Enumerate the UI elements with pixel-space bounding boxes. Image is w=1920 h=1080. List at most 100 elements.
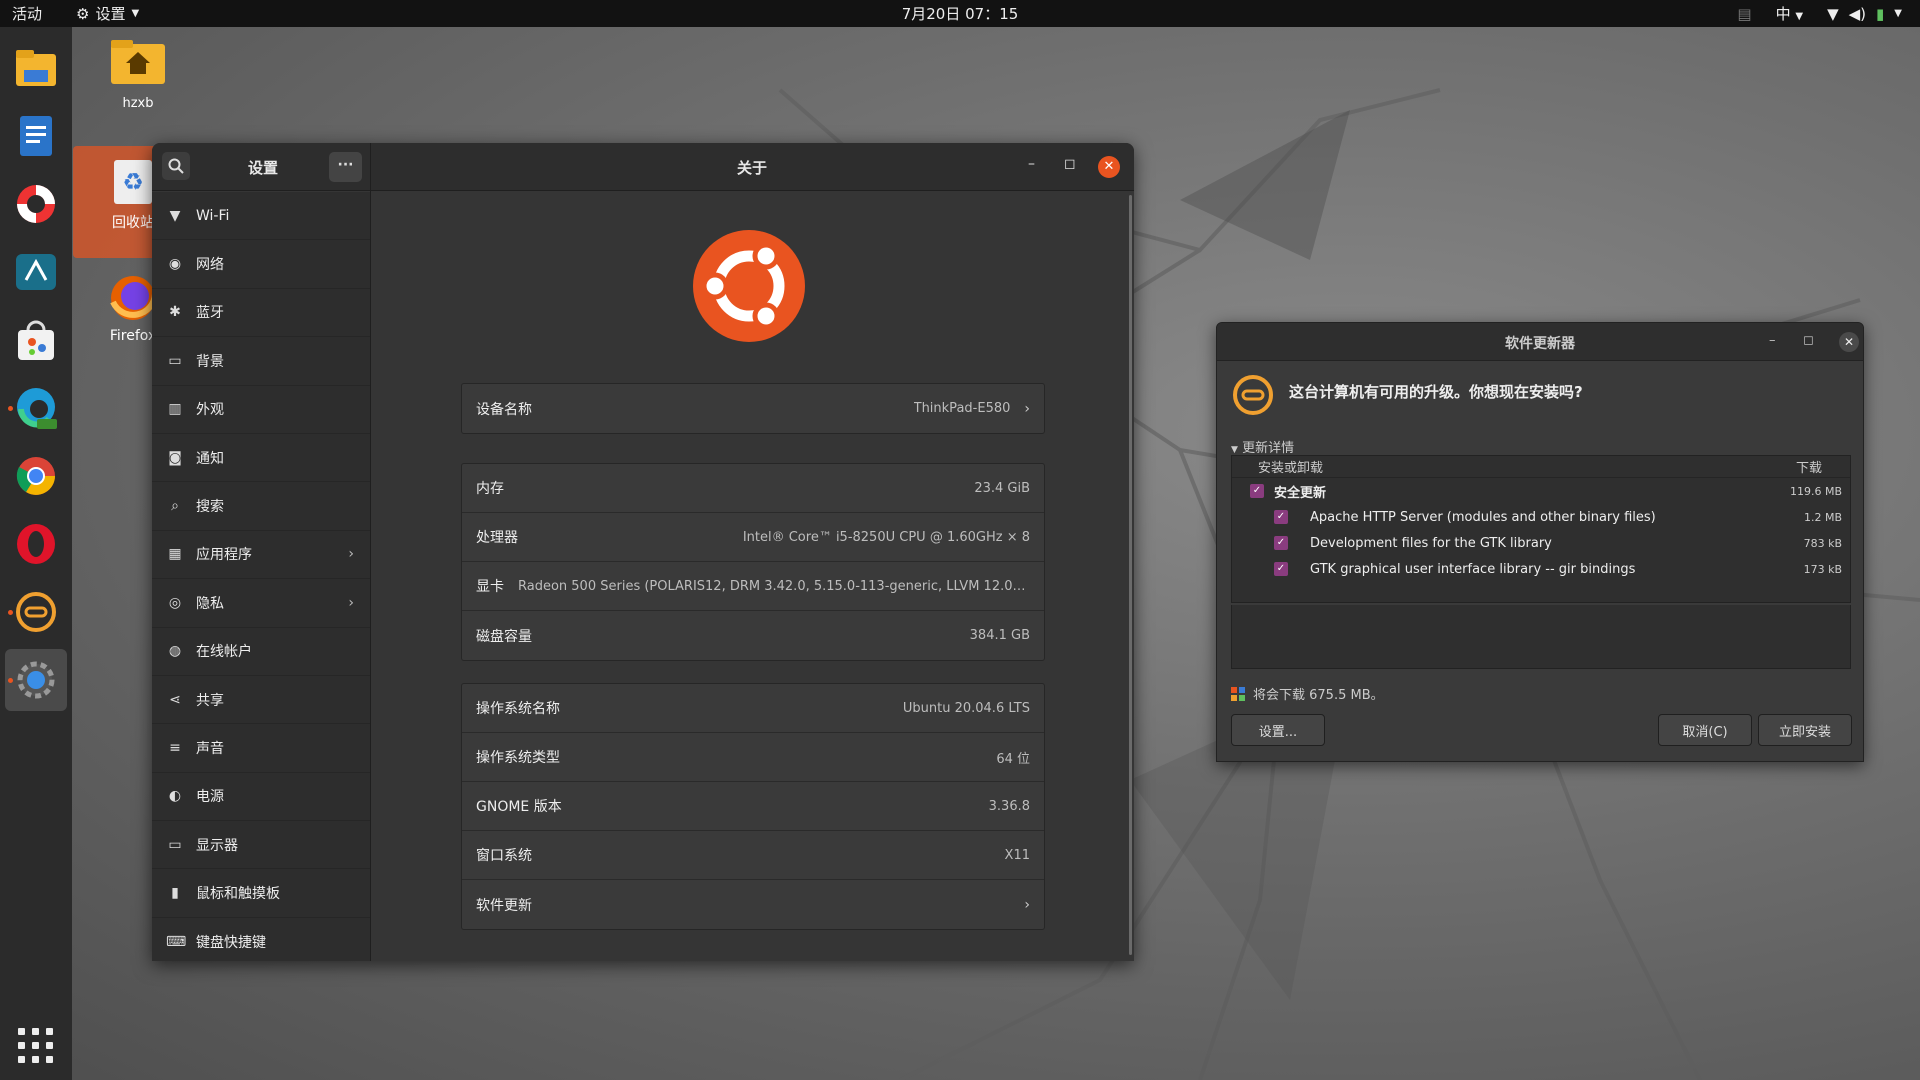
system-tray: ▤ 中 ▼ ▼ ◀) ▮ ▼ [1737,3,1902,24]
update-item-row[interactable]: ✓ Development files for the GTK library … [1232,530,1850,556]
sidebar-item[interactable]: ⌨ 键盘快捷键 [152,918,370,961]
notification-icon: ◙ [168,449,182,466]
item-size: 783 kB [1803,536,1842,550]
software-updates-row[interactable]: 软件更新 › [462,880,1044,929]
chrome-icon[interactable] [5,445,67,507]
remote-icon[interactable] [5,241,67,303]
update-group-row[interactable]: ✓ 安全更新 119.6 MB [1232,478,1850,504]
sidebar-item[interactable]: ▼ Wi-Fi [152,192,370,241]
system-menu[interactable]: ▼ ◀) ▮ ▼ [1827,5,1902,23]
row-value: X11 [1004,847,1030,863]
panel-title: 关于 [736,159,768,177]
scrollbar[interactable] [1129,195,1132,955]
os-group: 操作系统名称 Ubuntu 20.04.6 LTS 操作系统类型 64 位 GN… [461,683,1045,930]
update-item-row[interactable]: ✓ Apache HTTP Server (modules and other … [1232,504,1850,530]
settings-icon[interactable] [5,649,67,711]
minimize-icon[interactable]: – [1028,156,1035,172]
volume-icon: ◀) [1848,4,1867,23]
running-indicator [8,406,13,411]
updater-icon [1233,375,1273,415]
sidebar-item[interactable]: ◎ 隐私 › [152,579,370,628]
sidebar-item[interactable]: ▦ 应用程序 › [152,531,370,580]
update-item-row[interactable]: ✓ GTK graphical user interface library -… [1232,556,1850,582]
search-button[interactable] [162,152,190,180]
sidebar-item[interactable]: ✱ 蓝牙 [152,289,370,338]
gear-icon: ⚙ [76,4,90,23]
close-button[interactable]: ✕ [1839,332,1859,352]
maximize-icon[interactable]: ◻ [1803,333,1814,348]
column-install[interactable]: 安装或卸载 [1258,457,1323,476]
display-icon: ▭ [168,836,182,853]
sidebar-item[interactable]: ▥ 外观 [152,386,370,434]
update-question: 这台计算机有可用的升级。你想现在安装吗? [1289,383,1583,401]
svg-text:♻: ♻ [122,168,144,196]
sidebar-item[interactable]: ⋖ 共享 [152,676,370,725]
writer-icon[interactable] [5,105,67,167]
close-button[interactable]: ✕ [1098,156,1120,178]
primary-menu-button[interactable]: ··· [329,152,362,182]
updater-icon[interactable] [5,581,67,643]
install-now-button[interactable]: 立即安装 [1758,714,1852,746]
sidebar-item-label: 背景 [196,353,224,370]
files-icon[interactable] [5,37,67,99]
row-label: 磁盘容量 [476,628,532,645]
search-icon: ⌕ [171,498,179,515]
row-label: 设备名称 [476,401,532,418]
item-size: 1.2 MB [1803,510,1842,524]
software-icon[interactable] [5,309,67,371]
update-list-header: 安装或卸载 下载 [1232,456,1850,478]
help-icon[interactable] [5,173,67,235]
sidebar-item[interactable]: ≡ 声音 [152,724,370,773]
device-name-row[interactable]: 设备名称 ThinkPad-E580 › [462,384,1044,433]
settings-button[interactable]: 设置... [1231,714,1325,746]
input-method[interactable]: 中 ▼ [1776,3,1804,24]
cancel-button[interactable]: 取消(C) [1658,714,1752,746]
row-label: 显卡 [476,579,504,595]
updater-titlebar: 软件更新器 – ◻ ✕ [1217,323,1863,361]
sidebar-item-label: 搜索 [196,499,224,516]
online-accounts-icon: ◍ [168,643,182,660]
sidebar-item[interactable]: ⌕ 搜索 [152,482,370,531]
graphics-row: 显卡 Radeon 500 Series (POLARIS12, DRM 3.4… [462,562,1044,611]
checkbox[interactable]: ✓ [1274,536,1288,550]
chevron-right-icon: › [1024,400,1030,417]
column-download[interactable]: 下载 [1796,457,1822,476]
row-value: 23.4 GiB [974,480,1030,496]
show-applications-button[interactable] [18,1028,54,1064]
desktop-icon-home[interactable]: hzxb [93,38,183,111]
sidebar-item[interactable]: ▭ 显示器 [152,821,370,870]
sidebar-item[interactable]: ◐ 电源 [152,773,370,822]
clock[interactable]: 7月20日 07：15 [902,3,1019,24]
sidebar-item[interactable]: ◉ 网络 [152,240,370,289]
edge-dev-icon[interactable] [5,377,67,439]
sidebar-item[interactable]: ▭ 背景 [152,337,370,386]
running-indicator [8,610,13,615]
item-size: 173 kB [1803,562,1842,576]
group-label: 安全更新 [1274,485,1327,501]
sidebar-item[interactable]: ◙ 通知 [152,434,370,483]
sidebar-item[interactable]: ◍ 在线帐户 [152,628,370,676]
device-group: 设备名称 ThinkPad-E580 › [461,383,1045,434]
row-label: 软件更新 [476,897,532,914]
activities-button[interactable]: 活动 [12,3,64,24]
app-menu[interactable]: ⚙ 设置 ▼ [76,3,139,24]
indicator-icon[interactable]: ▤ [1737,5,1751,23]
row-label: 处理器 [476,530,518,546]
details-expander[interactable]: ▼ 更新详情 [1231,437,1294,456]
settings-headerbar: 设置 ··· 关于 – ◻ ✕ [152,143,1134,191]
mouse-icon: ▮ [171,885,179,902]
checkbox[interactable]: ✓ [1274,510,1288,524]
opera-icon[interactable] [5,513,67,575]
sidebar-title: 设置 [248,159,279,177]
sidebar-item[interactable]: ▮ 鼠标和触摸板 [152,869,370,918]
sidebar-item-label: 隐私 [196,595,224,612]
checkbox[interactable]: ✓ [1274,562,1288,576]
row-label: 操作系统名称 [476,701,560,717]
checkbox[interactable]: ✓ [1250,484,1264,498]
minimize-icon[interactable]: – [1769,333,1776,348]
maximize-icon[interactable]: ◻ [1064,156,1076,172]
desktop-icon-label: hzxb [122,96,154,111]
update-list: 安装或卸载 下载 ✓ 安全更新 119.6 MB ✓ Apache HTTP S… [1231,455,1851,603]
package-icon [1231,686,1245,701]
row-value: Ubuntu 20.04.6 LTS [902,700,1030,716]
